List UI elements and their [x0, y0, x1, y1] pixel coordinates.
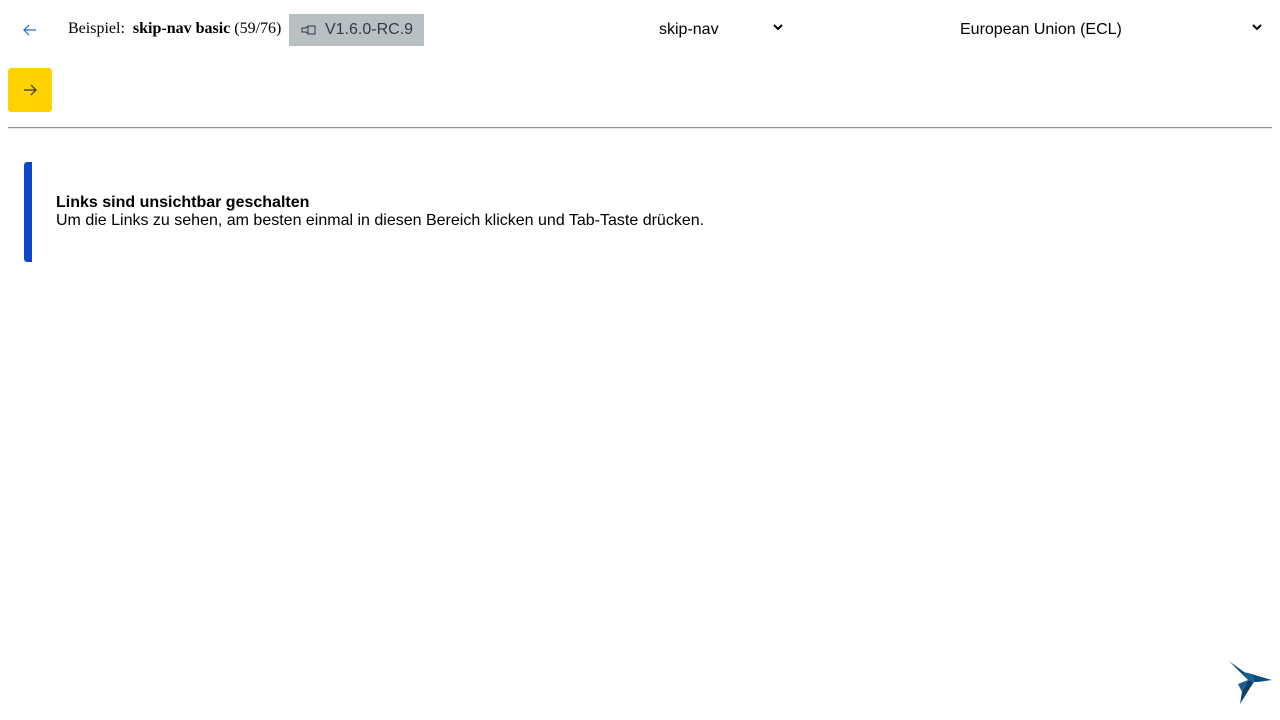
- alert-accent-bar: [24, 162, 32, 262]
- next-button[interactable]: [8, 68, 52, 112]
- tag-icon: [301, 24, 317, 36]
- example-count: (59/76): [234, 20, 282, 37]
- back-button[interactable]: [8, 8, 52, 52]
- chevron-down-icon: [1252, 24, 1262, 31]
- breadcrumb-label: Beispiel:: [68, 20, 125, 37]
- arrow-right-icon: [24, 84, 37, 96]
- divider: [8, 127, 1272, 129]
- example-name: skip-nav basic: [132, 20, 231, 37]
- version-badge: V1.6.0-RC.9: [289, 14, 425, 46]
- theme-select[interactable]: European Union (ECL): [960, 16, 1262, 44]
- hummingbird-logo-icon: [1229, 661, 1272, 704]
- breadcrumb: Beispiel: skip-nav basic (59/76): [68, 20, 281, 38]
- component-select-value: skip-nav: [659, 21, 719, 38]
- alert-message: Um die Links zu sehen, am besten einmal …: [56, 212, 705, 229]
- arrow-left-icon: [23, 24, 36, 36]
- toolbar: Beispiel: skip-nav basic (59/76) V1.6.0-…: [0, 0, 1280, 60]
- chevron-down-icon: [773, 24, 783, 31]
- info-alert: Links sind unsichtbar geschalten Um die …: [24, 162, 1256, 262]
- alert-content: Links sind unsichtbar geschalten Um die …: [56, 194, 704, 230]
- alert-title: Links sind unsichtbar geschalten: [56, 194, 310, 211]
- theme-select-value: European Union (ECL): [960, 21, 1122, 38]
- component-select[interactable]: skip-nav: [659, 16, 783, 44]
- version-label: V1.6.0-RC.9: [325, 21, 414, 38]
